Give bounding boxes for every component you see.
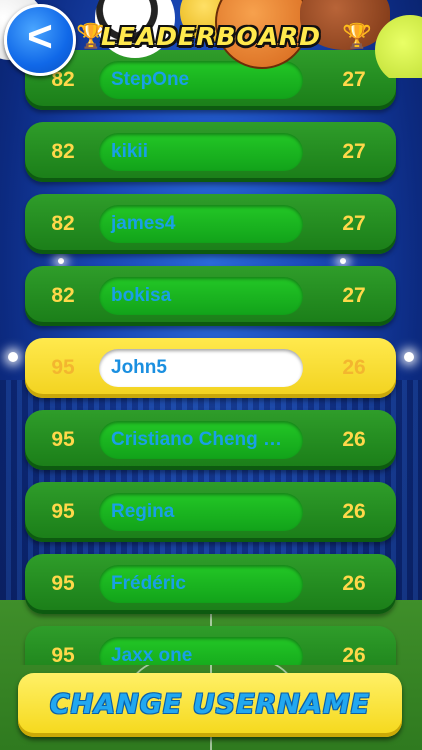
rank-value: 95	[51, 572, 75, 595]
score-value: 26	[342, 500, 366, 523]
player-name: Jaxx one	[99, 637, 303, 665]
score-value: 26	[342, 644, 366, 665]
trophy-icon: 🏆	[342, 23, 372, 50]
score-value: 27	[342, 212, 366, 235]
leaderboard-row-current-user: 95 John5 26	[25, 338, 396, 398]
score-value: 27	[342, 140, 366, 163]
player-name: John5	[99, 349, 303, 387]
player-name: kikii	[99, 133, 303, 171]
leaderboard-row: 82 james4 27	[25, 194, 396, 254]
score-value: 26	[342, 428, 366, 451]
score-value: 26	[342, 356, 366, 379]
back-button[interactable]: <	[4, 4, 76, 76]
score-value: 26	[342, 572, 366, 595]
leaderboard-row: 95 Regina 26	[25, 482, 396, 542]
player-name: Cristiano Cheng Ta...	[99, 421, 303, 459]
rank-value: 82	[51, 140, 75, 163]
leaderboard-list[interactable]: 82 StepOne 27 82 kikii 27 82 james4 27 8…	[0, 0, 422, 665]
leaderboard-row: 95 Cristiano Cheng Ta... 26	[25, 410, 396, 470]
player-name: Frédéric	[99, 565, 303, 603]
chevron-left-icon: <	[27, 12, 53, 61]
player-name: bokisa	[99, 277, 303, 315]
leaderboard-row: 82 kikii 27	[25, 122, 396, 182]
player-name: james4	[99, 205, 303, 243]
change-username-button[interactable]: CHANGE USERNAME	[18, 673, 402, 737]
score-value: 27	[342, 284, 366, 307]
rank-value: 95	[51, 428, 75, 451]
rank-value: 82	[51, 284, 75, 307]
leaderboard-row: 95 Frédéric 26	[25, 554, 396, 614]
player-name: Regina	[99, 493, 303, 531]
rank-value: 95	[51, 500, 75, 523]
leaderboard-row: 95 Jaxx one 26	[25, 626, 396, 665]
rank-value: 82	[51, 212, 75, 235]
leaderboard-row: 82 bokisa 27	[25, 266, 396, 326]
rank-value: 95	[51, 644, 75, 665]
rank-value: 95	[51, 356, 75, 379]
